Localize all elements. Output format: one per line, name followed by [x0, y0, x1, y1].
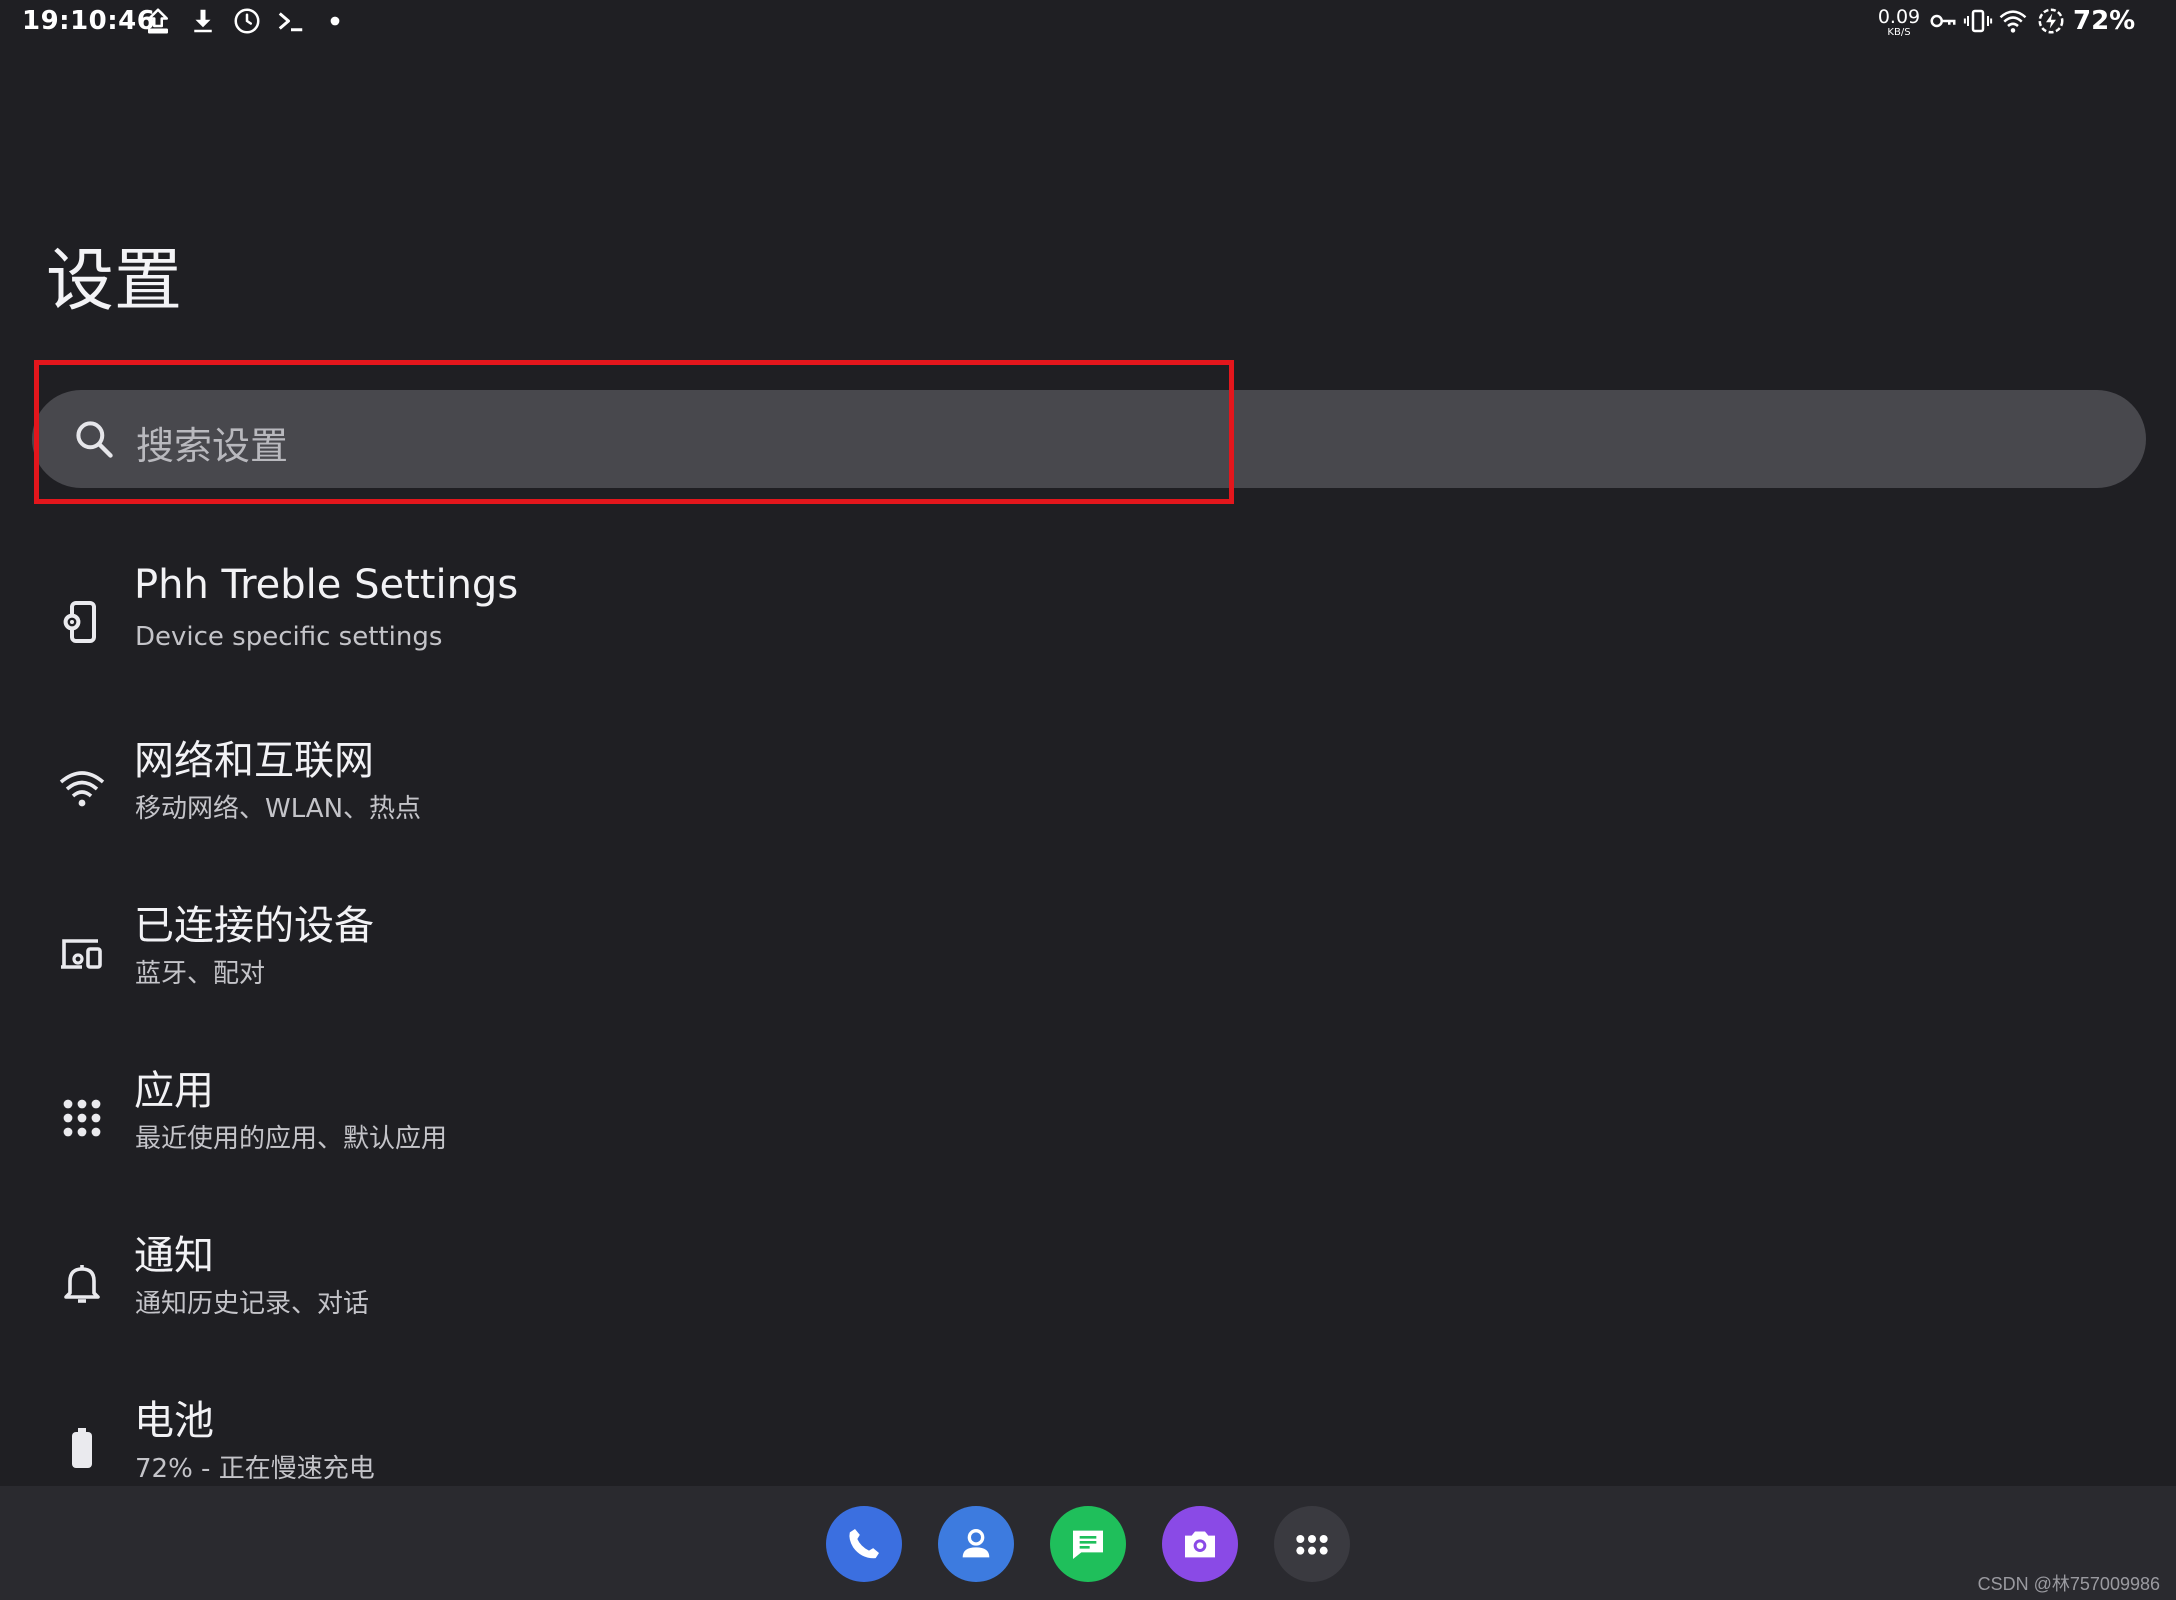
vibrate-icon — [1963, 6, 1993, 36]
app-dock — [0, 1486, 2176, 1600]
dock-contacts-button[interactable] — [938, 1506, 1014, 1582]
settings-item-title: 通知 — [134, 1233, 214, 1279]
settings-item-subtitle: 通知历史记录、对话 — [135, 1289, 370, 1319]
battery-saver-icon — [2036, 6, 2066, 36]
app-drawer-icon — [1296, 1535, 1328, 1555]
settings-item-connected-devices[interactable]: 已连接的设备 蓝牙、配对 — [0, 881, 2176, 1041]
search-icon — [72, 417, 116, 461]
messages-icon — [1073, 1530, 1103, 1559]
wifi-status-icon — [1998, 6, 2028, 36]
network-speed-unit: KB/S — [1887, 27, 1911, 38]
settings-item-subtitle: 移动网络、WLAN、热点 — [135, 794, 422, 824]
upload-icon — [143, 6, 173, 36]
camera-icon — [1185, 1531, 1215, 1558]
phone-icon — [849, 1529, 879, 1559]
dock-messages-button[interactable] — [1050, 1506, 1126, 1582]
bell-icon — [58, 1259, 106, 1307]
dot-icon — [320, 6, 350, 36]
status-time: 19:10:46 — [22, 6, 156, 36]
dock-app-drawer-button[interactable] — [1274, 1506, 1350, 1582]
battery-percent: 72% — [2073, 6, 2136, 36]
settings-item-subtitle: 最近使用的应用、默认应用 — [135, 1124, 448, 1154]
settings-item-title: 电池 — [134, 1398, 214, 1444]
settings-item-phh-treble[interactable]: Phh Treble Settings Device specific sett… — [0, 550, 2176, 710]
terminal-icon — [276, 6, 306, 36]
settings-item-subtitle: 蓝牙、配对 — [135, 959, 266, 989]
settings-item-title: 应用 — [134, 1068, 214, 1114]
contacts-icon — [962, 1529, 990, 1558]
apps-grid-icon — [58, 1094, 106, 1142]
wifi-icon — [58, 764, 106, 812]
settings-item-notifications[interactable]: 通知 通知历史记录、对话 — [0, 1211, 2176, 1371]
network-speed-value: 0.09 — [1877, 6, 1921, 28]
settings-item-network[interactable]: 网络和互联网 移动网络、WLAN、热点 — [0, 716, 2176, 876]
page-title: 设置 — [46, 242, 183, 321]
dock-camera-button[interactable] — [1162, 1506, 1238, 1582]
settings-item-subtitle: Device specific settings — [135, 622, 443, 652]
settings-screen: 19:10:46 0.09 KB/S 72% 设置 搜索设置 Phh Trebl… — [0, 0, 2176, 1600]
settings-item-title: Phh Treble Settings — [134, 562, 519, 608]
clock-icon — [232, 6, 262, 36]
device-settings-icon — [58, 598, 106, 646]
status-bar: 19:10:46 0.09 KB/S 72% — [0, 0, 2176, 46]
search-bar[interactable]: 搜索设置 — [32, 390, 2146, 488]
battery-icon — [58, 1424, 106, 1472]
watermark: CSDN @林757009986 — [1977, 1574, 2160, 1594]
dock-phone-button[interactable] — [826, 1506, 902, 1582]
connected-devices-icon — [58, 929, 106, 977]
search-placeholder: 搜索设置 — [136, 424, 289, 468]
settings-item-subtitle: 72% - 正在慢速充电 — [135, 1454, 375, 1484]
settings-item-title: 网络和互联网 — [134, 738, 374, 784]
download-icon — [188, 6, 218, 36]
settings-item-title: 已连接的设备 — [134, 903, 374, 949]
vpn-key-icon — [1928, 6, 1958, 36]
settings-item-apps[interactable]: 应用 最近使用的应用、默认应用 — [0, 1046, 2176, 1206]
network-speed: 0.09 KB/S — [1877, 8, 1921, 38]
